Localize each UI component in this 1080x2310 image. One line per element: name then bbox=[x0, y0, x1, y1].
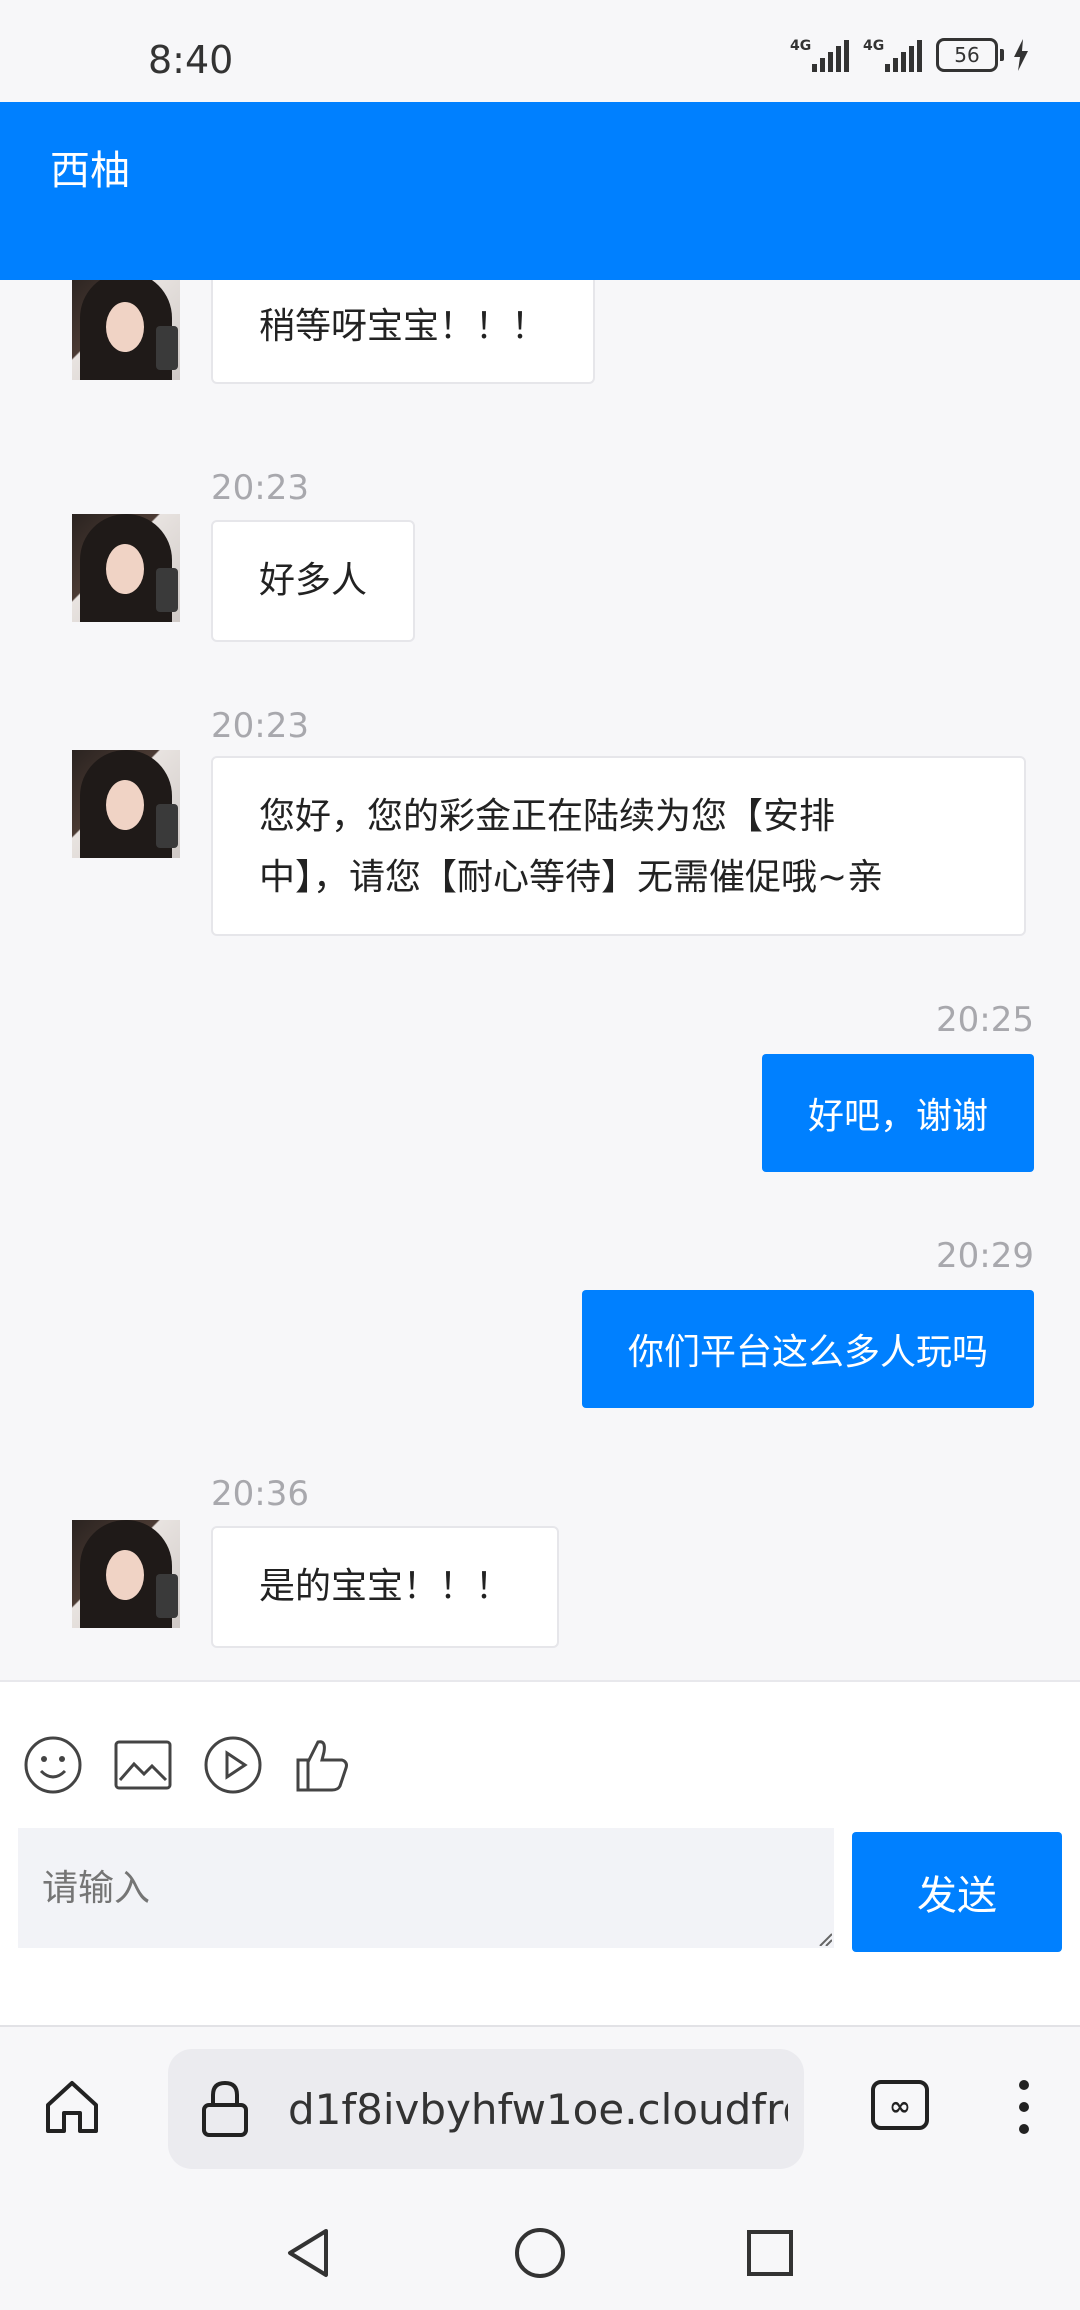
avatar[interactable] bbox=[72, 514, 180, 622]
system-nav-bar bbox=[0, 2175, 1080, 2310]
avatar[interactable] bbox=[72, 1520, 180, 1628]
home-icon[interactable] bbox=[42, 2077, 102, 2137]
message-text: 好吧，谢谢 bbox=[807, 1096, 988, 1137]
image-icon[interactable] bbox=[112, 1734, 174, 1796]
network-type-label: 4G bbox=[790, 38, 812, 54]
message-timestamp: 20:25 bbox=[936, 1000, 1034, 1040]
home-nav-icon[interactable] bbox=[514, 2227, 566, 2279]
url-text: d1f8ivbyhfw1oe.cloudfro bbox=[288, 2085, 788, 2134]
network-type-label-2: 4G bbox=[863, 38, 885, 54]
status-time: 8:40 bbox=[148, 38, 234, 82]
avatar[interactable] bbox=[72, 280, 180, 380]
message-timestamp: 20:29 bbox=[936, 1236, 1034, 1276]
message-bubble: 好多人 bbox=[211, 520, 416, 642]
emoji-icon[interactable] bbox=[22, 1734, 84, 1796]
message-timestamp: 20:23 bbox=[211, 706, 309, 746]
composer: 发送 bbox=[0, 1680, 1080, 2027]
message-timestamp: 20:23 bbox=[211, 468, 309, 508]
message-bubble: 您好，您的彩金正在陆续为您【安排 中】，请您【耐心等待】无需催促哦~亲 bbox=[211, 756, 1026, 936]
video-icon[interactable] bbox=[202, 1734, 264, 1796]
avatar[interactable] bbox=[72, 750, 180, 858]
more-menu-icon[interactable] bbox=[1016, 2077, 1032, 2137]
status-icons: 4G 4G 56 bbox=[790, 38, 1030, 72]
battery-icon: 56 bbox=[936, 38, 1004, 72]
cell-signal-icon-2: 4G bbox=[863, 38, 922, 72]
message-text: 好多人 bbox=[259, 560, 368, 601]
message-bubble: 稍等呀宝宝！！！ bbox=[211, 280, 596, 384]
message-list[interactable]: 稍等呀宝宝！！！ 20:23 好多人 20:23 您好，您的彩金正在陆续为您【安… bbox=[0, 280, 1080, 1680]
message-bubble: 是的宝宝！！！ bbox=[211, 1526, 560, 1648]
message-text-line: 中】，请您【耐心等待】无需催促哦~亲 bbox=[259, 857, 884, 898]
chat-title: 西柚 bbox=[50, 148, 130, 194]
address-bar[interactable]: d1f8ivbyhfw1oe.cloudfro bbox=[168, 2049, 804, 2169]
battery-level: 56 bbox=[954, 43, 980, 67]
message-text: 稍等呀宝宝！！！ bbox=[259, 306, 548, 347]
chat-header: 西柚 bbox=[0, 102, 1080, 280]
browser-toolbar: d1f8ivbyhfw1oe.cloudfro ∞ bbox=[0, 2025, 1080, 2177]
message-text-line: 您好，您的彩金正在陆续为您【安排 bbox=[259, 796, 836, 837]
thumbs-up-icon[interactable] bbox=[292, 1734, 354, 1796]
message-bubble-own: 你们平台这么多人玩吗 bbox=[581, 1290, 1034, 1408]
cell-signal-icon: 4G bbox=[790, 38, 849, 72]
message-text: 是的宝宝！！！ bbox=[259, 1566, 512, 1607]
lock-icon[interactable] bbox=[200, 2079, 250, 2139]
send-button[interactable]: 发送 bbox=[852, 1832, 1062, 1952]
svg-text:∞: ∞ bbox=[889, 2092, 911, 2122]
charging-icon bbox=[1014, 39, 1028, 71]
tabs-icon[interactable]: ∞ bbox=[870, 2079, 930, 2131]
resize-handle-icon[interactable] bbox=[818, 1932, 832, 1946]
back-icon[interactable] bbox=[284, 2227, 332, 2279]
message-timestamp: 20:36 bbox=[211, 1474, 309, 1514]
recents-icon[interactable] bbox=[746, 2229, 794, 2277]
message-bubble-own: 好吧，谢谢 bbox=[761, 1054, 1034, 1172]
message-input[interactable] bbox=[18, 1828, 834, 1948]
status-bar: 8:40 4G 4G 56 bbox=[0, 0, 1080, 102]
message-text: 你们平台这么多人玩吗 bbox=[627, 1332, 988, 1373]
